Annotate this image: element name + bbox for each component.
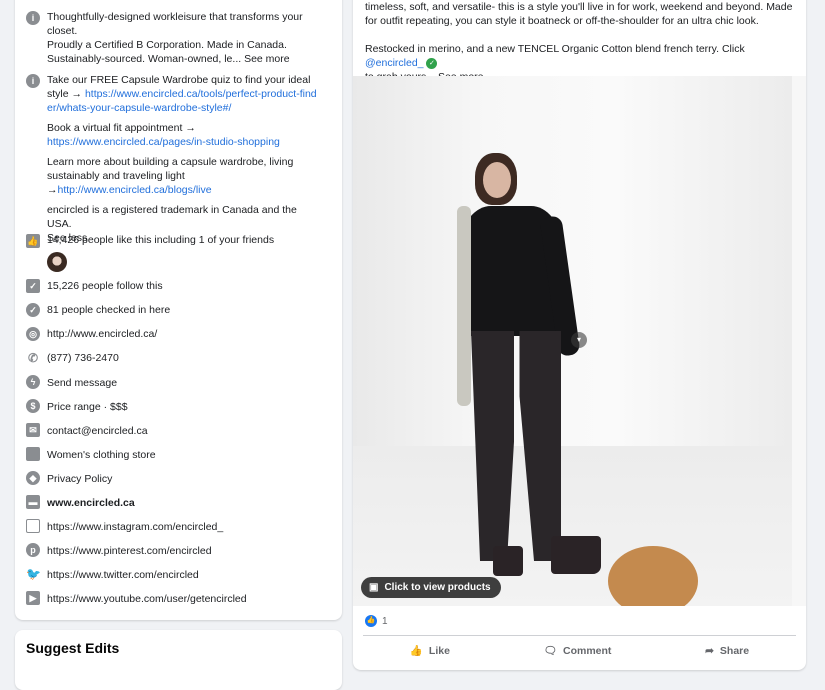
verified-icon: ✓ — [426, 57, 438, 69]
post-card: timeless, soft, and versatile- this is a… — [353, 0, 806, 670]
intro-text: Thoughtfully-designed workleisure that t… — [47, 11, 303, 65]
description: Take our FREE Capsule Wardrobe quiz to f… — [47, 73, 322, 245]
thumbs-up-icon: 👍 — [26, 234, 40, 248]
post-text: timeless, soft, and versatile- this is a… — [353, 0, 806, 84]
youtube-link[interactable]: https://www.youtube.com/user/getencircle… — [47, 592, 322, 606]
mention-link[interactable]: @encircled_ — [365, 57, 424, 69]
instagram-link[interactable]: https://www.instagram.com/encircled_ — [47, 520, 322, 534]
phone-icon: ✆ — [27, 351, 39, 365]
comment-button[interactable]: 🗨 Comment — [543, 644, 612, 658]
twitter-link[interactable]: https://www.twitter.com/encircled — [47, 568, 322, 582]
twitter-icon: 🐦 — [26, 567, 41, 581]
shop-link[interactable]: www.encircled.ca — [47, 496, 322, 510]
likes-count: 14,426 people like this including 1 of y… — [47, 234, 275, 246]
product-tag-icon[interactable]: ▾ — [571, 332, 587, 348]
friend-avatar[interactable] — [47, 252, 67, 272]
category-icon — [26, 447, 40, 461]
like-reaction-icon: 👍 — [365, 615, 377, 627]
send-message-link[interactable]: Send message — [47, 376, 322, 390]
info-icon: i — [26, 74, 40, 88]
messenger-icon: ϟ — [26, 375, 40, 389]
pinterest-icon: p — [26, 543, 40, 557]
thumbs-up-icon: 👍 — [409, 645, 423, 657]
post-photo[interactable]: ▾ ▣ Click to view products — [353, 76, 792, 606]
share-button[interactable]: ➦ Share — [705, 644, 749, 657]
comment-icon: 🗨 — [543, 645, 557, 657]
price-icon: $ — [26, 399, 40, 413]
scarf — [457, 206, 471, 406]
email-icon: ✉ — [26, 423, 40, 437]
privacy-policy-link[interactable]: Privacy Policy — [47, 472, 322, 486]
pinterest-link[interactable]: https://www.pinterest.com/encircled — [47, 544, 322, 558]
see-more-link[interactable]: See more — [244, 53, 290, 65]
website-link[interactable]: http://www.encircled.ca/ — [47, 327, 322, 341]
boot-left — [493, 546, 523, 576]
post-actions: 👍 Like 🗨 Comment ➦ Share — [363, 635, 796, 657]
boot-right — [551, 536, 601, 574]
view-products-button[interactable]: ▣ Click to view products — [361, 577, 501, 598]
follow-icon: ✓ — [26, 279, 40, 293]
category-link[interactable]: Women's clothing store — [47, 448, 322, 462]
checkin-icon: ✓ — [26, 303, 40, 317]
about-card: i Thoughtfully-designed workleisure that… — [15, 0, 342, 620]
price-range: Price range · $$$ — [47, 401, 128, 413]
quiz-link[interactable]: https://www.encircled.ca/tools/perfect-p… — [47, 88, 317, 114]
instagram-icon — [26, 519, 40, 533]
info-icon: i — [26, 11, 40, 25]
email-link[interactable]: contact@encircled.ca — [47, 424, 322, 438]
suggest-edits-title: Suggest Edits — [26, 640, 120, 656]
phone-number: (877) 736-2470 — [47, 352, 119, 364]
youtube-icon: ▶ — [26, 591, 40, 605]
blog-link[interactable]: http://www.encircled.ca/blogs/live — [58, 184, 212, 196]
checkins-count: 81 people checked in here — [47, 304, 171, 316]
face — [483, 162, 511, 198]
shield-icon: ◆ — [26, 471, 40, 485]
reactions[interactable]: 👍 1 — [365, 615, 388, 627]
fit-link[interactable]: https://www.encircled.ca/pages/in-studio… — [47, 136, 280, 148]
shopping-bag-icon: ▣ — [369, 582, 379, 593]
follows-count: 15,226 people follow this — [47, 280, 163, 292]
like-button[interactable]: 👍 Like — [409, 644, 450, 658]
photo-scrollbar[interactable] — [792, 76, 806, 606]
globe-icon: ◎ — [26, 327, 40, 341]
truck-icon: ▬ — [26, 495, 40, 509]
share-icon: ➦ — [705, 644, 714, 657]
suggest-edits-card: Suggest Edits — [15, 630, 342, 690]
